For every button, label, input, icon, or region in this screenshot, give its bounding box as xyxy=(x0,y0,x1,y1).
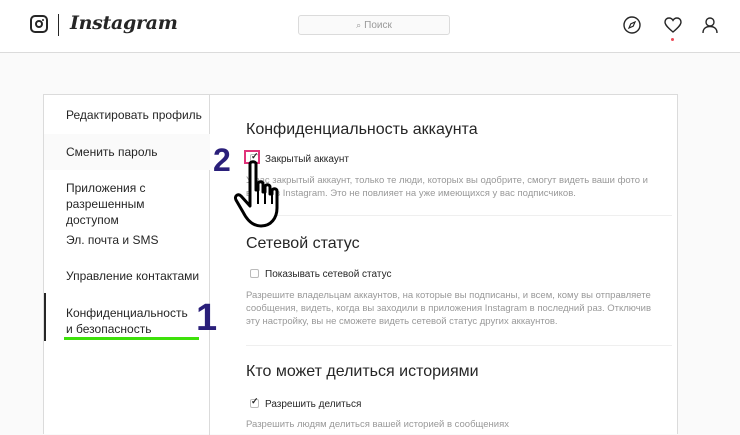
pointer-hand-cursor-icon xyxy=(234,160,279,228)
annotation-green-underline xyxy=(64,337,199,340)
section-title-story-sharing: Кто может делиться историями xyxy=(246,363,479,380)
allow-sharing-description: Разрешить людям делиться вашей историей … xyxy=(246,419,509,430)
sidebar-item-privacy-security[interactable]: Конфиденциальность и безопасность xyxy=(44,293,188,341)
activity-status-label: Показывать сетевой статус xyxy=(265,269,392,280)
section-divider xyxy=(246,345,672,346)
instagram-wordmark[interactable]: Instagram xyxy=(70,12,178,34)
section-title-account-privacy: Конфиденциальность аккаунта xyxy=(246,121,478,138)
top-navigation-bar: Instagram ⌕ Поиск xyxy=(0,0,740,53)
explore-compass-icon[interactable] xyxy=(622,15,642,35)
profile-person-icon[interactable] xyxy=(700,15,720,35)
sidebar-item-manage-contacts[interactable]: Управление контактами xyxy=(44,268,210,284)
allow-sharing-checkbox-row[interactable]: Разрешить делиться xyxy=(250,396,362,413)
notification-dot xyxy=(671,38,674,41)
section-divider xyxy=(246,215,672,216)
activity-heart-icon[interactable] xyxy=(663,15,683,35)
section-title-activity-status: Сетевой статус xyxy=(246,235,360,252)
sidebar-item-label: Эл. почта и SMS xyxy=(66,233,159,247)
allow-sharing-checkbox[interactable] xyxy=(250,396,259,408)
annotation-step-2-number: 2 xyxy=(213,142,231,178)
sidebar-item-label: Конфиденциальность и безопасность xyxy=(66,306,188,336)
sidebar-item-label: Сменить пароль xyxy=(66,145,158,159)
sidebar-item-label: Редактировать профиль xyxy=(66,108,202,122)
annotation-step-1-number: 1 xyxy=(196,297,218,339)
activity-status-checkbox[interactable] xyxy=(250,268,259,278)
private-account-description: У вас закрытый аккаунт, только те люди, … xyxy=(246,175,648,199)
search-icon: ⌕ xyxy=(356,20,362,30)
sidebar-item-authorized-apps[interactable]: Приложения с разрешенным доступом xyxy=(44,180,184,228)
sidebar-item-label: Приложения с разрешенным доступом xyxy=(66,181,146,227)
allow-sharing-label: Разрешить делиться xyxy=(265,399,362,410)
activity-status-checkbox-row[interactable]: Показывать сетевой статус xyxy=(250,268,392,283)
search-placeholder: Поиск xyxy=(364,20,392,31)
sidebar-item-label: Управление контактами xyxy=(66,269,200,283)
sidebar-item-change-password[interactable]: Сменить пароль xyxy=(44,134,210,170)
settings-sidebar: Редактировать профиль Сменить пароль При… xyxy=(44,95,210,435)
search-input[interactable]: ⌕ Поиск xyxy=(298,15,450,35)
sidebar-item-edit-profile[interactable]: Редактировать профиль xyxy=(44,107,210,123)
instagram-camera-icon[interactable] xyxy=(30,15,48,33)
activity-status-description: Разрешите владельцам аккаунтов, на котор… xyxy=(246,290,652,327)
sidebar-item-email-sms[interactable]: Эл. почта и SMS xyxy=(44,232,210,248)
settings-card: Редактировать профиль Сменить пароль При… xyxy=(43,94,678,435)
logo-divider xyxy=(58,14,59,36)
